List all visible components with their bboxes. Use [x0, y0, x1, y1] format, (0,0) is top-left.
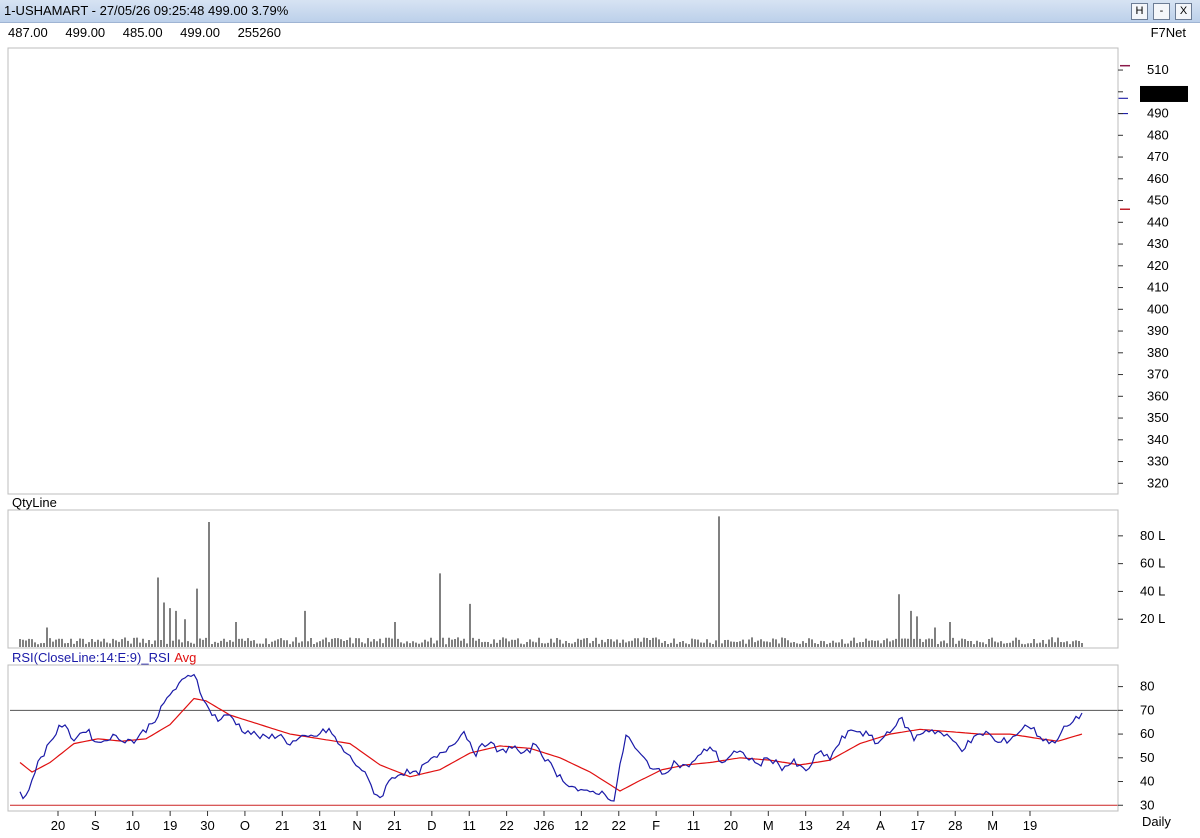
rsi-tick-label: 50 — [1140, 750, 1154, 765]
price-tick-label: 380 — [1147, 345, 1169, 360]
x-tick-label: 22 — [499, 818, 513, 833]
x-tick-label: 31 — [312, 818, 326, 833]
rsi-avg-line — [19, 697, 1083, 792]
rsi-label-main: RSI(CloseLine:14:E:9)_RSI — [12, 650, 170, 665]
price-tick-label: 320 — [1147, 475, 1169, 490]
x-tick-label: 30 — [200, 818, 214, 833]
volume-tick-label: 40 L — [1140, 583, 1165, 598]
price-tick-label: 370 — [1147, 367, 1169, 382]
x-tick-label: 20 — [724, 818, 738, 833]
x-tick-label: M — [987, 818, 998, 833]
price-tick-label: 340 — [1147, 432, 1169, 447]
rsi-panel — [10, 673, 1118, 806]
volume-tick-label: 80 L — [1140, 528, 1165, 543]
rsi-label-avg: Avg — [174, 650, 196, 665]
rsi-tick-label: 60 — [1140, 726, 1154, 741]
x-tick-label: 28 — [948, 818, 962, 833]
x-tick-label: M — [763, 818, 774, 833]
x-tick-label: 13 — [798, 818, 812, 833]
price-tick-label: 510 — [1147, 62, 1169, 77]
volume-tick-label: 60 L — [1140, 556, 1165, 571]
price-tick-label: 450 — [1147, 193, 1169, 208]
price-frame — [7, 47, 1119, 495]
rsi-tick-label: 40 — [1140, 774, 1154, 789]
x-tick-label: 21 — [275, 818, 289, 833]
rsi-label: RSI(CloseLine:14:E:9)_RSI Avg — [12, 650, 196, 665]
volume-tick-label: 20 L — [1140, 611, 1165, 626]
x-tick-label: 20 — [51, 818, 65, 833]
stock-chart[interactable]: 5105004904804704604504404304204104003903… — [0, 0, 1200, 838]
x-tick-label: 11 — [687, 818, 701, 833]
x-tick-label: O — [240, 818, 250, 833]
x-tick-label: A — [876, 818, 885, 833]
price-tick-label: 330 — [1147, 454, 1169, 469]
rsi-tick-label: 30 — [1140, 797, 1154, 812]
x-tick-label: S — [91, 818, 100, 833]
x-tick-label: 24 — [836, 818, 850, 833]
x-tick-label: 10 — [126, 818, 140, 833]
price-tick-label: 410 — [1147, 280, 1169, 295]
x-tick-label: 12 — [574, 818, 588, 833]
price-tick-label: 480 — [1147, 127, 1169, 142]
price-tick-label: 420 — [1147, 258, 1169, 273]
x-tick-label: 19 — [163, 818, 177, 833]
price-tick-label: 400 — [1147, 301, 1169, 316]
price-tick-label: 490 — [1147, 106, 1169, 121]
rsi-tick-label: 80 — [1140, 679, 1154, 694]
x-tick-label: 17 — [911, 818, 925, 833]
axes: 5105004904804704604504404304204104003903… — [7, 47, 1188, 833]
price-tick-label: 360 — [1147, 388, 1169, 403]
price-tick-label: 460 — [1147, 171, 1169, 186]
rsi-frame — [7, 664, 1119, 812]
price-tick-label: 350 — [1147, 410, 1169, 425]
volume-frame — [7, 509, 1119, 649]
price-tick-label: 470 — [1147, 149, 1169, 164]
x-tick-label: 21 — [387, 818, 401, 833]
volume-panel — [19, 516, 1083, 647]
x-tick-label: D — [427, 818, 436, 833]
rsi-line — [19, 673, 1083, 802]
x-tick-label: 19 — [1023, 818, 1037, 833]
price-tick-label: 430 — [1147, 236, 1169, 251]
volume-label: QtyLine — [12, 495, 57, 510]
x-tick-label: F — [652, 818, 660, 833]
timeframe-label: Daily — [1142, 814, 1171, 829]
price-tick-label: 390 — [1147, 323, 1169, 338]
rsi-tick-label: 70 — [1140, 702, 1154, 717]
x-tick-label: N — [352, 818, 361, 833]
x-tick-label: J26 — [534, 818, 555, 833]
x-tick-label: 11 — [462, 818, 476, 833]
price-tick-label: 440 — [1147, 214, 1169, 229]
last-price-label: 499.00 — [1142, 87, 1182, 102]
x-tick-label: 22 — [612, 818, 626, 833]
